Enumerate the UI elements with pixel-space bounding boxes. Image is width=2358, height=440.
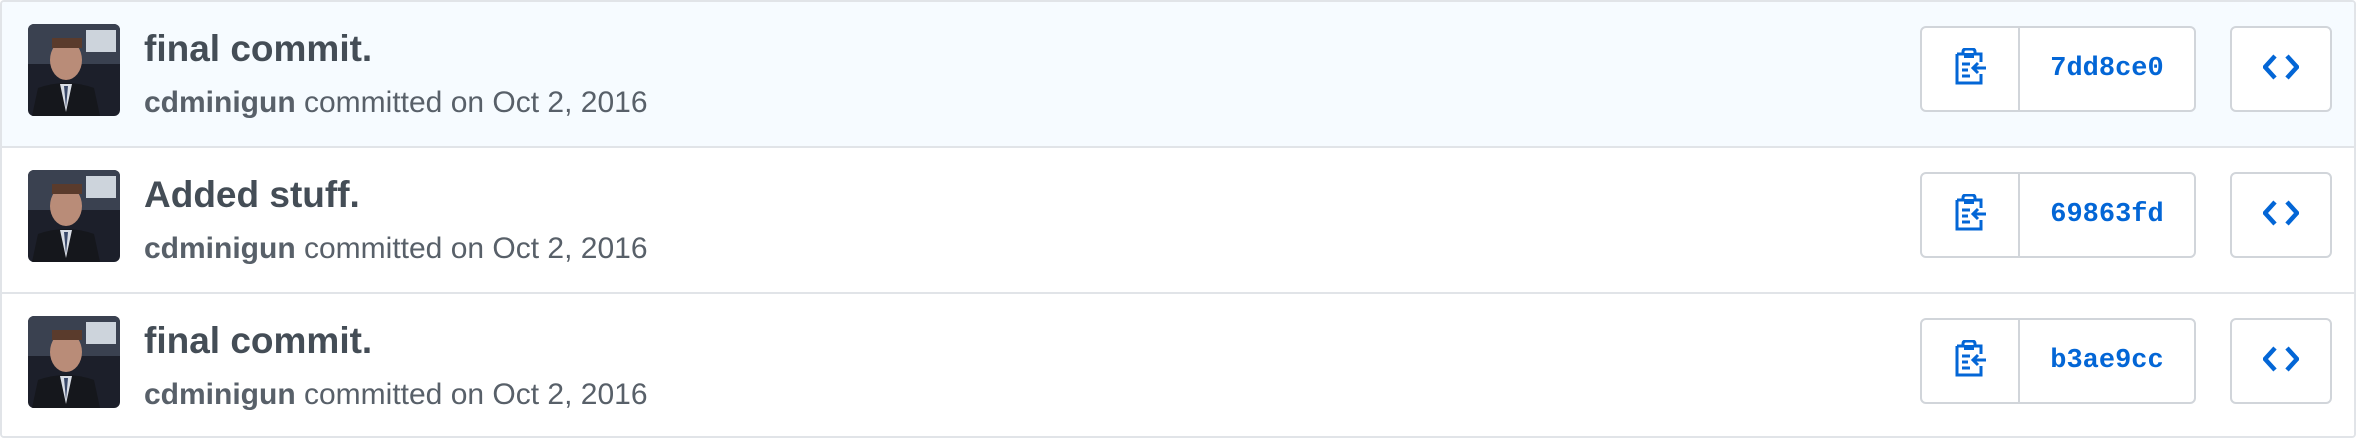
commit-sha-link[interactable]: 69863fd	[2020, 174, 2194, 256]
sha-button-group: 69863fd	[1920, 172, 2196, 258]
code-icon	[2262, 345, 2300, 377]
clippy-icon	[1953, 339, 1987, 383]
commit-date: committed on Oct 2, 2016	[304, 378, 648, 411]
avatar[interactable]	[28, 316, 120, 408]
commit-author[interactable]: cdminigun	[144, 86, 296, 119]
commit-title[interactable]: final commit.	[144, 320, 372, 362]
browse-repo-button[interactable]	[2230, 318, 2332, 404]
copy-sha-button[interactable]	[1922, 174, 2020, 256]
code-icon	[2262, 53, 2300, 85]
commit-sha-link[interactable]: 7dd8ce0	[2020, 28, 2194, 110]
commit-author[interactable]: cdminigun	[144, 232, 296, 265]
commit-date: committed on Oct 2, 2016	[304, 232, 648, 265]
commit-row: final commit. cdminigun committed on Oct…	[2, 294, 2354, 436]
commit-author[interactable]: cdminigun	[144, 378, 296, 411]
copy-sha-button[interactable]	[1922, 320, 2020, 402]
sha-button-group: b3ae9cc	[1920, 318, 2196, 404]
clippy-icon	[1953, 47, 1987, 91]
browse-repo-button[interactable]	[2230, 172, 2332, 258]
avatar[interactable]	[28, 24, 120, 116]
commit-sha-link[interactable]: b3ae9cc	[2020, 320, 2194, 402]
commit-meta: cdminigun committed on Oct 2, 2016	[144, 86, 648, 120]
browse-repo-button[interactable]	[2230, 26, 2332, 112]
commit-date: committed on Oct 2, 2016	[304, 86, 648, 119]
commit-list: final commit. cdminigun committed on Oct…	[0, 0, 2356, 438]
sha-button-group: 7dd8ce0	[1920, 26, 2196, 112]
clippy-icon	[1953, 193, 1987, 237]
commit-meta: cdminigun committed on Oct 2, 2016	[144, 378, 648, 412]
copy-sha-button[interactable]	[1922, 28, 2020, 110]
commit-meta: cdminigun committed on Oct 2, 2016	[144, 232, 648, 266]
commit-title[interactable]: final commit.	[144, 28, 372, 70]
avatar[interactable]	[28, 170, 120, 262]
code-icon	[2262, 199, 2300, 231]
commit-row: final commit. cdminigun committed on Oct…	[2, 2, 2354, 148]
commit-title[interactable]: Added stuff.	[144, 174, 360, 216]
commit-row: Added stuff. cdminigun committed on Oct …	[2, 148, 2354, 294]
